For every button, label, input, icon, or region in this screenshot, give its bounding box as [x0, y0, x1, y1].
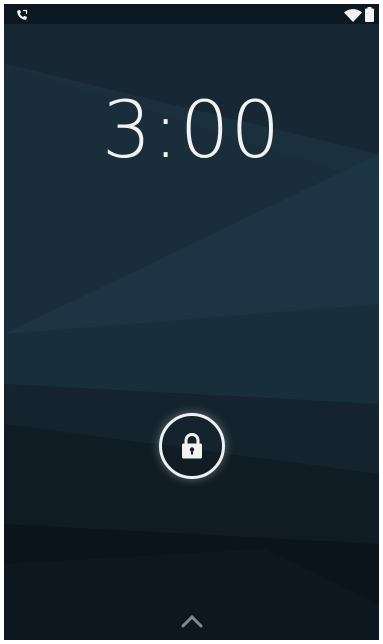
padlock-icon — [182, 433, 202, 459]
lock-screen: 3:00 — [4, 4, 379, 640]
lock-button[interactable] — [159, 413, 225, 479]
wifi-icon — [344, 9, 362, 22]
chevron-up-icon[interactable] — [180, 614, 204, 628]
clock-time: 3:00 — [101, 86, 282, 176]
battery-icon — [365, 7, 374, 22]
status-bar — [4, 4, 379, 28]
phone-call-icon — [17, 9, 28, 20]
